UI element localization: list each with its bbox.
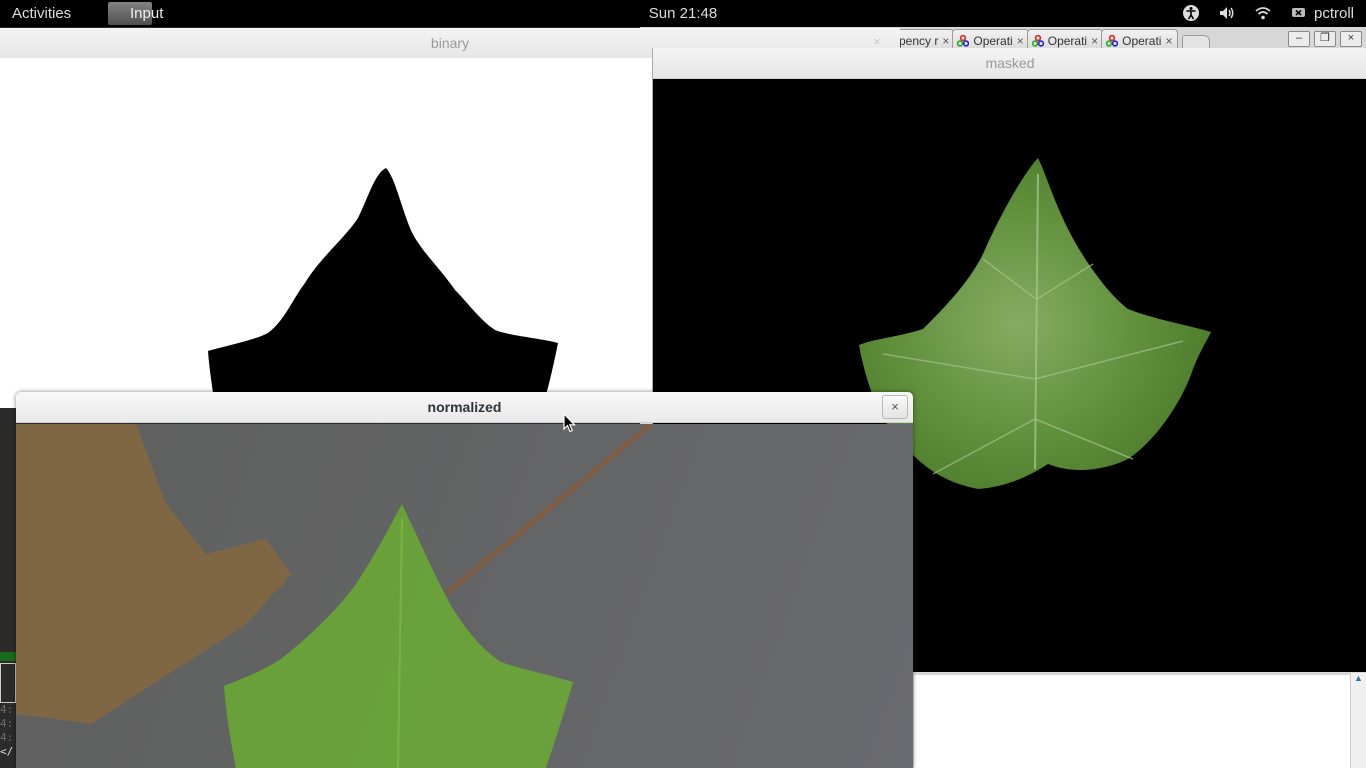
volume-icon[interactable] (1218, 4, 1236, 22)
close-icon[interactable]: × (942, 34, 949, 48)
window-title[interactable]: masked (653, 48, 1366, 79)
opencv-icon (957, 35, 970, 47)
close-icon[interactable]: × (1091, 34, 1098, 48)
normalized-image (16, 422, 913, 768)
mouse-pointer-icon (563, 413, 576, 433)
close-icon[interactable]: × (1017, 34, 1024, 48)
vertical-scrollbar[interactable]: ▲ (1350, 673, 1366, 768)
normalized-scene (16, 422, 653, 768)
tab-label: Operati (1122, 34, 1162, 48)
window-title[interactable]: normalized (16, 392, 913, 423)
browser-window-controls: – ❐ × (1288, 31, 1362, 47)
terminal-cursor-box (0, 663, 16, 703)
opencv-icon (1106, 35, 1119, 47)
opencv-icon (1031, 35, 1044, 47)
scroll-up-icon[interactable]: ▲ (1351, 673, 1366, 683)
tab-label: Operati (1047, 34, 1088, 48)
tab-label: Operati (973, 34, 1013, 48)
status-area: pctroll (1182, 4, 1354, 22)
user-menu[interactable]: pctroll (1290, 4, 1354, 22)
chat-status-icon (1291, 8, 1305, 17)
close-icon[interactable]: × (882, 395, 908, 419)
minimize-button[interactable]: – (1288, 31, 1310, 47)
browser-content (914, 675, 1366, 768)
close-button[interactable]: × (1340, 31, 1362, 47)
accessibility-icon[interactable] (1182, 4, 1200, 22)
tab-label: pency r (899, 34, 939, 48)
clock[interactable]: Sun 21:48 (0, 5, 1366, 22)
normalized-window: normalized × (16, 392, 913, 768)
maximize-button[interactable]: ❐ (1314, 31, 1336, 47)
wifi-icon[interactable] (1254, 4, 1272, 22)
user-name: pctroll (1313, 4, 1354, 22)
close-icon[interactable]: × (1165, 34, 1172, 48)
top-bar: Activities Input Sun 21:48 pctroll (0, 0, 1366, 27)
